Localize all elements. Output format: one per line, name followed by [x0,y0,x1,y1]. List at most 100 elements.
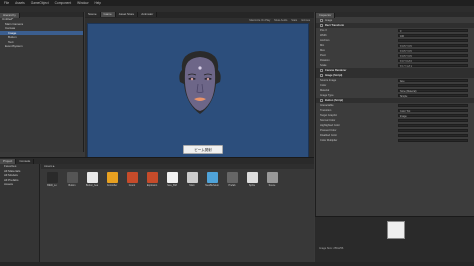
object-name: Image [325,18,333,22]
face-image[interactable] [170,48,230,118]
asset-label: Count [128,184,136,187]
field-label: Material [320,89,330,92]
hierarchy-item[interactable]: EventSystem [0,44,83,49]
field-label: Target Graphic [320,114,338,117]
asset-item[interactable]: Button_bea [84,172,100,187]
asset-label: Controller [106,184,118,187]
hierarchy-list: Untitled* Main Camera Canvas Image Button Tex… [0,17,83,49]
asset-item[interactable]: Count [124,172,140,187]
scene-view: Scene Game Asset Store Animator Maximize On… [85,12,314,159]
asset-thumbnail [246,172,258,183]
field-label: Min [320,44,325,47]
field-value[interactable]: 0 [398,28,468,33]
asset-thumbnail [106,172,118,183]
project-tree: Favorites All Materials All Models All Pref… [0,164,40,266]
asset-item[interactable]: Prefab [224,172,240,187]
field-value[interactable] [398,38,468,43]
field-value[interactable] [398,128,468,133]
asset-item[interactable]: NewBehavio [204,172,220,187]
preview-panel: Image Size: 256x256 [315,216,474,266]
preview-label: Image Size: 256x256 [319,247,344,250]
asset-label: Sprite [248,184,256,187]
field-label: Button (Script) [325,99,344,102]
field-value[interactable] [398,118,468,123]
asset-item[interactable]: Main [184,172,200,187]
component-checkbox[interactable] [320,74,323,77]
field-value[interactable]: Color Tint [398,108,468,113]
field-value[interactable]: X 1 Y 1 Z 1 [398,63,468,68]
field-value[interactable]: X 0.5 Y 0.5 [398,43,468,48]
game-canvas[interactable]: ビーム発射 [87,23,309,159]
component-checkbox[interactable] [320,24,323,27]
field-value[interactable]: X 0.5 Y 0.5 [398,53,468,58]
menu-item[interactable]: Window [77,1,88,5]
menu-item[interactable]: Help [94,1,101,5]
asset-label: Button [68,184,76,187]
asset-thumbnail [66,172,78,183]
inspector-field: Color Multiplier [316,138,474,143]
asset-thumbnail [226,172,238,183]
asset-thumbnail [186,172,198,183]
tab-asset-store[interactable]: Asset Store [115,12,139,17]
field-label: Width [320,34,327,37]
breadcrumb: Assets ▸ [41,164,314,169]
field-value[interactable] [398,83,468,88]
field-label: Highlighted Color [320,124,340,127]
menu-item[interactable]: GameObject [31,1,49,5]
asset-thumbnail [46,172,58,183]
menu-item[interactable]: File [4,1,9,5]
tab-game[interactable]: Game [100,12,116,17]
field-value[interactable] [398,103,468,108]
component-checkbox[interactable] [320,69,323,72]
asset-label: Prefab [228,184,236,187]
active-checkbox[interactable] [320,18,323,22]
tab-inspector[interactable]: Inspector [316,13,336,18]
project-tree-item[interactable]: Assets [0,182,39,187]
asset-thumbnail [86,172,98,183]
field-value[interactable]: Simple [398,93,468,98]
face-illustration [179,51,221,114]
asset-item[interactable]: Scene [264,172,280,187]
field-value[interactable]: X 0.5 Y 0.5 [398,48,468,53]
inspector-panel: Inspector Image Rect Transform Pos X 0 Widt… [315,12,474,216]
field-value[interactable]: X 0 Y 0 Z 0 [398,58,468,63]
field-label: Pressed Color [320,129,337,132]
asset-thumbnail [266,172,278,183]
field-value[interactable]: face [398,78,468,83]
field-value[interactable]: 100 [398,33,468,38]
field-value[interactable] [398,138,468,143]
asset-item[interactable]: Button [64,172,80,187]
asset-item[interactable]: Sprite [244,172,260,187]
field-label: Normal Color [320,119,336,122]
asset-item[interactable]: Explosion [144,172,160,187]
component-checkbox[interactable] [320,99,323,102]
field-value[interactable]: Image [398,113,468,118]
asset-thumbnail [166,172,178,183]
hierarchy-panel: Hierarchy Untitled* Main Camera Canvas Imag… [0,12,84,152]
menu-item[interactable]: Assets [15,1,25,5]
asset-label: Main [189,184,195,187]
field-label: Image (Script) [325,74,343,77]
field-label: Rect Transform [325,24,345,27]
asset-item[interactable]: face_BM [164,172,180,187]
field-value[interactable]: None (Material) [398,88,468,93]
field-label: Disabled Color [320,134,338,137]
field-label: Max [320,49,325,52]
asset-label: Scene [268,184,276,187]
field-value[interactable] [398,133,468,138]
field-value[interactable] [398,123,468,128]
asset-thumbnail [126,172,138,183]
tab-scene[interactable]: Scene [85,12,101,17]
field-label: Pos X [320,29,327,32]
tab-animator[interactable]: Animator [138,12,158,17]
field-label: Rotation [320,59,330,62]
asset-label: NewBehavio [205,184,219,187]
field-label: Anchors [320,39,330,42]
field-label: Image Type [320,94,334,97]
asset-item[interactable]: Controller [104,172,120,187]
menu-item[interactable]: Component [55,1,71,5]
asset-item[interactable]: B&W_Lo [44,172,60,187]
asset-label: Explosion [146,184,158,187]
inspector-fields: Rect Transform Pos X 0 Width 100 Anchors Min X … [316,23,474,143]
beam-fire-button[interactable]: ビーム発射 [183,145,223,154]
